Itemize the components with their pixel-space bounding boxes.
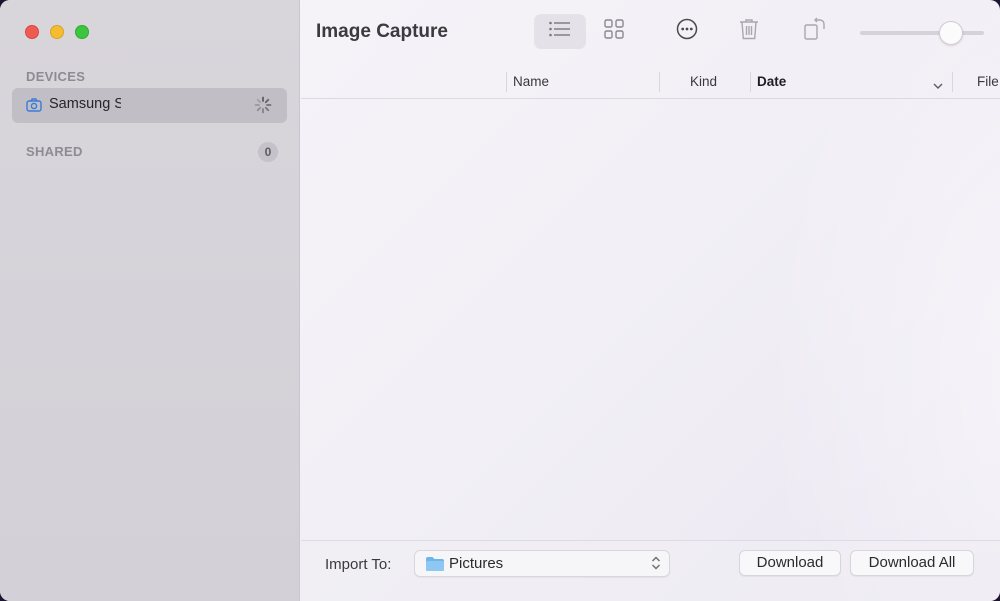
camera-icon bbox=[26, 98, 42, 117]
image-capture-window: DEVICES Samsung S SHARED 0 Image Capture… bbox=[0, 0, 1000, 601]
file-list-area[interactable] bbox=[301, 100, 1000, 540]
sidebar-item-device[interactable]: Samsung S bbox=[12, 88, 287, 123]
import-to-label: Import To: bbox=[325, 556, 392, 573]
grid-view-button[interactable] bbox=[590, 14, 638, 49]
rotate-button[interactable] bbox=[792, 14, 838, 49]
close-button[interactable] bbox=[25, 25, 39, 39]
window-controls bbox=[25, 25, 89, 39]
device-name: Samsung S bbox=[49, 96, 121, 112]
chevron-up-down-icon bbox=[651, 555, 661, 576]
minimize-button[interactable] bbox=[50, 25, 64, 39]
list-view-icon bbox=[548, 20, 572, 43]
download-all-button[interactable]: Download All bbox=[850, 550, 974, 576]
column-header: Name Kind Date File Size bbox=[301, 66, 1000, 99]
column-file-size[interactable]: File Size bbox=[977, 74, 1000, 89]
slider-knob[interactable] bbox=[939, 21, 963, 45]
import-bar: Import To: Pictures Download Download Al… bbox=[301, 540, 1000, 601]
list-view-button[interactable] bbox=[534, 14, 586, 49]
download-button[interactable]: Download bbox=[739, 550, 841, 576]
more-icon bbox=[676, 18, 698, 45]
column-kind[interactable]: Kind bbox=[690, 74, 717, 89]
window-title: Image Capture bbox=[316, 21, 448, 42]
delete-button[interactable] bbox=[727, 14, 771, 49]
grid-view-icon bbox=[604, 19, 624, 44]
sort-chevron-down-icon bbox=[933, 77, 943, 95]
more-actions-button[interactable] bbox=[664, 14, 710, 49]
column-divider bbox=[952, 72, 953, 92]
column-name[interactable]: Name bbox=[513, 74, 549, 89]
trash-icon bbox=[739, 18, 759, 45]
column-date[interactable]: Date bbox=[757, 74, 786, 89]
folder-icon bbox=[425, 556, 445, 577]
column-divider bbox=[659, 72, 660, 92]
thumbnail-size-slider[interactable] bbox=[860, 21, 984, 45]
rotate-icon bbox=[803, 17, 827, 46]
column-divider bbox=[750, 72, 751, 92]
sidebar: DEVICES Samsung S SHARED 0 bbox=[0, 0, 300, 601]
devices-section-label: DEVICES bbox=[26, 69, 86, 84]
shared-section-label: SHARED bbox=[26, 144, 83, 159]
shared-count-badge: 0 bbox=[258, 142, 278, 162]
loading-spinner-icon bbox=[254, 96, 272, 119]
import-destination-select[interactable]: Pictures bbox=[414, 550, 670, 577]
column-divider bbox=[506, 72, 507, 92]
zoom-button[interactable] bbox=[75, 25, 89, 39]
import-destination-value: Pictures bbox=[449, 555, 504, 572]
